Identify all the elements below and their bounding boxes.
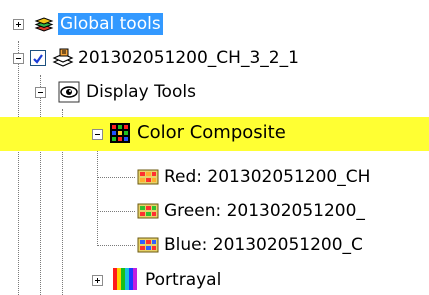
visibility-checkbox[interactable] xyxy=(30,50,46,66)
expand-icon[interactable] xyxy=(92,275,103,286)
raster-band-icon xyxy=(137,236,159,254)
rgb-grid-icon xyxy=(110,123,130,143)
raster-band-icon xyxy=(137,202,159,220)
eye-icon xyxy=(58,81,80,103)
collapse-icon[interactable] xyxy=(92,129,103,140)
tree-item-label[interactable]: Color Composite xyxy=(137,122,286,144)
collapse-icon[interactable] xyxy=(35,87,46,98)
tree-item-label[interactable]: Display Tools xyxy=(86,81,196,103)
data-layer-icon xyxy=(52,48,74,68)
tree-item-blue-band[interactable]: Blue: 201302051200_C xyxy=(0,228,429,262)
tree-item-label[interactable]: Portrayal xyxy=(145,269,221,291)
layer-tree: Global tools 201302051200_CH_3_2_1 Displ… xyxy=(0,0,429,295)
tree-item-color-composite[interactable]: Color Composite xyxy=(0,117,429,151)
tree-item-red-band[interactable]: Red: 201302051200_CH xyxy=(0,160,429,194)
expand-icon[interactable] xyxy=(13,19,24,30)
color-bars-icon xyxy=(113,268,137,290)
tree-item-label[interactable]: Blue: 201302051200_C xyxy=(164,234,363,256)
tree-item-label[interactable]: Global tools xyxy=(58,13,163,35)
tree-item-portrayal[interactable]: Portrayal xyxy=(0,263,429,295)
collapse-icon[interactable] xyxy=(13,53,24,64)
tree-item-dataset[interactable]: 201302051200_CH_3_2_1 xyxy=(0,41,429,75)
tree-item-label[interactable]: 201302051200_CH_3_2_1 xyxy=(78,47,299,69)
tree-item-display-tools[interactable]: Display Tools xyxy=(0,75,429,109)
tree-item-label[interactable]: Green: 201302051200_ xyxy=(164,200,365,222)
layers-stack-icon xyxy=(33,16,55,34)
raster-band-icon xyxy=(137,168,159,186)
tree-item-label[interactable]: Red: 201302051200_CH xyxy=(164,166,370,188)
tree-item-green-band[interactable]: Green: 201302051200_ xyxy=(0,194,429,228)
tree-item-global-tools[interactable]: Global tools xyxy=(0,7,429,41)
